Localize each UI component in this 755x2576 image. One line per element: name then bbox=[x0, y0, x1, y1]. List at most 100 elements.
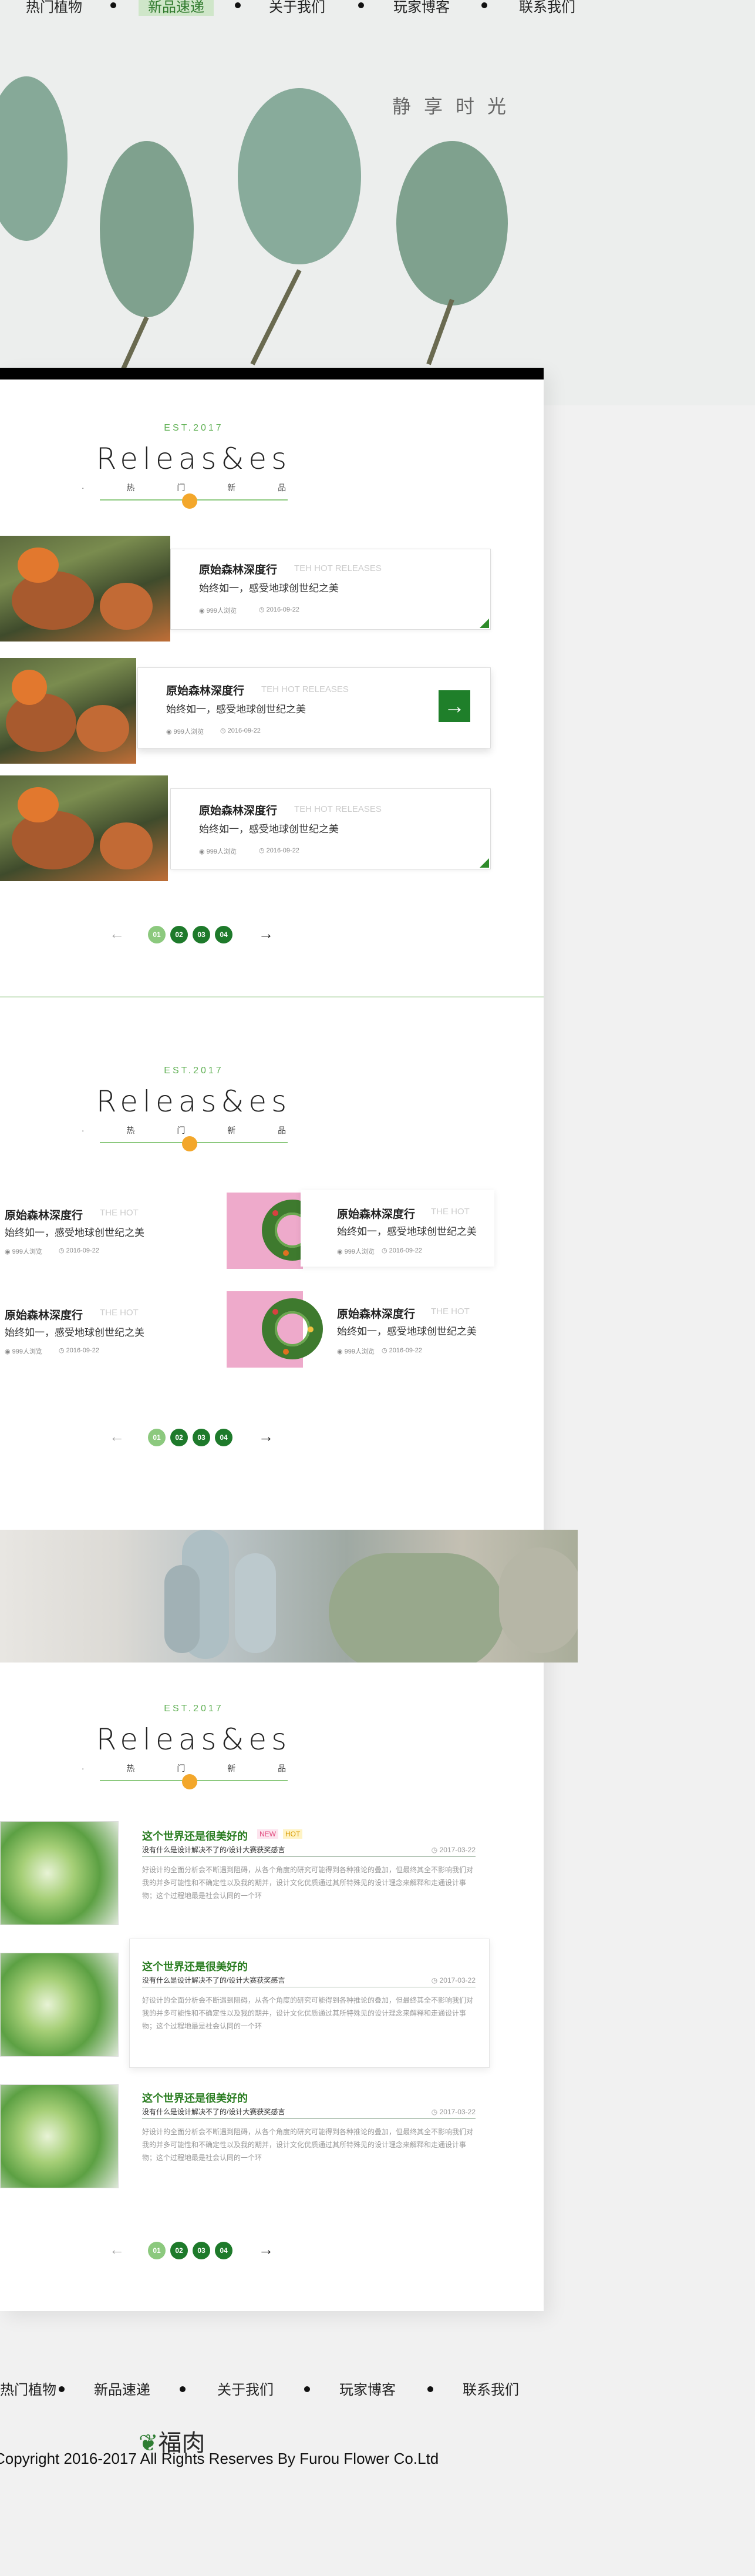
eye-icon: ◉ bbox=[337, 1248, 345, 1255]
clock-icon: ◷ bbox=[59, 1247, 66, 1254]
cell-desc: 始终如一，感受地球创世纪之美 bbox=[337, 1226, 477, 1237]
page-1[interactable]: 01 bbox=[148, 2242, 166, 2259]
card-date: ◷ 2016-09-22 bbox=[259, 847, 299, 854]
eye-icon: ◉ bbox=[5, 1248, 12, 1255]
product-image[interactable] bbox=[0, 775, 168, 881]
article-image[interactable] bbox=[0, 1953, 119, 2057]
nav-separator bbox=[110, 2, 116, 8]
nav-separator bbox=[427, 2386, 433, 2392]
nav-item-contact[interactable]: 联系我们 bbox=[519, 0, 575, 16]
page-4[interactable]: 04 bbox=[215, 2242, 232, 2259]
card-desc: 始终如一，感受地球创世纪之美 bbox=[199, 824, 339, 835]
card-views: ◉ 999人浏览 bbox=[166, 728, 204, 735]
cell-title: 原始森林深度行 bbox=[337, 1208, 416, 1221]
next-arrow-icon[interactable]: → bbox=[258, 925, 274, 943]
release-cell[interactable]: 原始森林深度行 THE HOT 始终如一，感受地球创世纪之美 ◉ 999人浏览 … bbox=[301, 1291, 494, 1368]
clock-icon: ◷ bbox=[259, 847, 267, 854]
nav-separator bbox=[358, 2, 364, 8]
article-title: 这个世界还是很美好的 bbox=[142, 1831, 248, 1842]
footer-nav-about[interactable]: 关于我们 bbox=[217, 2378, 274, 2399]
release-cell[interactable]: 原始森林深度行 THE HOT 始终如一，感受地球创世纪之美 ◉ 999人浏览 … bbox=[0, 1198, 211, 1275]
footer-nav-new-arrivals[interactable]: 新品速递 bbox=[94, 2378, 150, 2399]
product-image[interactable] bbox=[0, 536, 170, 642]
page-3[interactable]: 03 bbox=[193, 2242, 210, 2259]
article-body: 好设计的全面分析会不断遇到阻碍，从各个角度的研究可能得到各种推论的叠加，但最终其… bbox=[142, 1996, 474, 2030]
cell-desc: 始终如一，感受地球创世纪之美 bbox=[5, 1227, 144, 1238]
page-3[interactable]: 03 bbox=[193, 926, 210, 943]
heading-est: EST.2017 bbox=[164, 1066, 224, 1076]
hero-succulents-image bbox=[0, 76, 508, 383]
article-image[interactable] bbox=[0, 1821, 119, 1925]
article-body: 好设计的全面分析会不断遇到阻碍，从各个角度的研究可能得到各种推论的叠加，但最终其… bbox=[142, 1866, 474, 1900]
card-en-label: TEH HOT RELEASES bbox=[294, 563, 382, 573]
hero-title: 静享时光 bbox=[392, 95, 520, 117]
prev-arrow-icon[interactable]: ← bbox=[109, 1428, 124, 1446]
article-item[interactable]: 这个世界还是很美好的 NEW HOT 没有什么是设计解决不了的/设计大赛获奖感言… bbox=[142, 1828, 476, 1910]
page-2[interactable]: 02 bbox=[170, 2242, 188, 2259]
release-cell[interactable]: 原始森林深度行 THE HOT 始终如一，感受地球创世纪之美 ◉ 999人浏览 … bbox=[0, 1298, 211, 1375]
page-4[interactable]: 04 bbox=[215, 926, 232, 943]
wreath-image[interactable] bbox=[227, 1291, 323, 1368]
card-en-label: TEH HOT RELEASES bbox=[261, 684, 349, 694]
hero-banner: 静享时光 bbox=[0, 0, 755, 405]
eye-icon: ◉ bbox=[337, 1348, 345, 1355]
page-2[interactable]: 02 bbox=[170, 1429, 188, 1446]
release-card[interactable]: 原始森林深度行 TEH HOT RELEASES 始终如一，感受地球创世纪之美 … bbox=[170, 549, 491, 630]
arrow-right-icon[interactable]: → bbox=[439, 690, 470, 722]
hot-badge: HOT bbox=[283, 1829, 303, 1839]
cell-title: 原始森林深度行 bbox=[337, 1308, 416, 1321]
page-1[interactable]: 01 bbox=[148, 1429, 166, 1446]
clock-icon: ◷ bbox=[431, 1976, 440, 1984]
card-title: 原始森林深度行 bbox=[166, 685, 245, 697]
eye-icon: ◉ bbox=[199, 848, 207, 855]
nav-separator bbox=[180, 2386, 186, 2392]
clock-icon: ◷ bbox=[431, 1846, 440, 1854]
article-date: ◷ 2017-03-22 bbox=[431, 2108, 476, 2116]
nav-item-blog[interactable]: 玩家博客 bbox=[393, 0, 450, 16]
section-heading-3: EST.2017 Releas&es · 热 门 新 品 · bbox=[76, 1704, 311, 1792]
article-date: ◷ 2017-03-22 bbox=[431, 1846, 476, 1854]
footer-nav-blog[interactable]: 玩家博客 bbox=[339, 2378, 396, 2399]
heading-dot bbox=[182, 493, 197, 509]
nav-item-hot-plants[interactable]: 热门植物 bbox=[26, 0, 82, 16]
nav-item-new-arrivals[interactable]: 新品速递 bbox=[139, 0, 214, 16]
nav-item-about[interactable]: 关于我们 bbox=[269, 0, 325, 16]
page-4[interactable]: 04 bbox=[215, 1429, 232, 1446]
nav-separator bbox=[481, 2, 487, 8]
heading-est: EST.2017 bbox=[164, 423, 224, 433]
release-card-highlighted[interactable]: 原始森林深度行 TEH HOT RELEASES 始终如一，感受地球创世纪之美 … bbox=[137, 667, 491, 748]
page-2[interactable]: 02 bbox=[170, 926, 188, 943]
next-arrow-icon[interactable]: → bbox=[258, 1428, 274, 1446]
card-title: 原始森林深度行 bbox=[199, 564, 278, 576]
clock-icon: ◷ bbox=[431, 2108, 440, 2116]
clock-icon: ◷ bbox=[382, 1347, 389, 1354]
clock-icon: ◷ bbox=[259, 606, 267, 613]
release-cell-highlighted[interactable]: 原始森林深度行 THE HOT 始终如一，感受地球创世纪之美 ◉ 999人浏览 … bbox=[301, 1190, 494, 1267]
article-subtitle: 没有什么是设计解决不了的/设计大赛获奖感言 bbox=[142, 2108, 285, 2116]
article-item[interactable]: 这个世界还是很美好的 没有什么是设计解决不了的/设计大赛获奖感言 ◷ 2017-… bbox=[142, 1959, 476, 2041]
section-divider bbox=[0, 996, 544, 998]
cell-title: 原始森林深度行 bbox=[5, 1309, 83, 1322]
article-image[interactable] bbox=[0, 2084, 119, 2188]
footer-nav-contact[interactable]: 联系我们 bbox=[463, 2378, 519, 2399]
heading-dot bbox=[182, 1774, 197, 1789]
panel-top-bar bbox=[0, 368, 544, 379]
new-badge: NEW bbox=[257, 1829, 278, 1839]
product-image[interactable] bbox=[0, 658, 136, 764]
corner-triangle-icon bbox=[480, 858, 489, 868]
page-3[interactable]: 03 bbox=[193, 1429, 210, 1446]
card-en-label: TEH HOT RELEASES bbox=[294, 804, 382, 814]
prev-arrow-icon[interactable]: ← bbox=[109, 2241, 124, 2259]
wreath-image[interactable] bbox=[227, 1193, 323, 1269]
footer-nav-hot-plants[interactable]: 热门植物 bbox=[0, 2378, 56, 2399]
heading-est: EST.2017 bbox=[164, 1704, 224, 1714]
copyright-text: Copyright 2016-2017 All Rights Reserves … bbox=[0, 2450, 439, 2467]
release-card[interactable]: 原始森林深度行 TEH HOT RELEASES 始终如一，感受地球创世纪之美 … bbox=[170, 788, 491, 869]
article-item[interactable]: 这个世界还是很美好的 没有什么是设计解决不了的/设计大赛获奖感言 ◷ 2017-… bbox=[142, 2090, 476, 2172]
page-1[interactable]: 01 bbox=[148, 926, 166, 943]
prev-arrow-icon[interactable]: ← bbox=[109, 925, 124, 943]
corner-triangle-icon bbox=[480, 619, 489, 628]
article-date: ◷ 2017-03-22 bbox=[431, 1976, 476, 1984]
next-arrow-icon[interactable]: → bbox=[258, 2241, 274, 2259]
article-body: 好设计的全面分析会不断遇到阻碍，从各个角度的研究可能得到各种推论的叠加，但最终其… bbox=[142, 2128, 474, 2162]
